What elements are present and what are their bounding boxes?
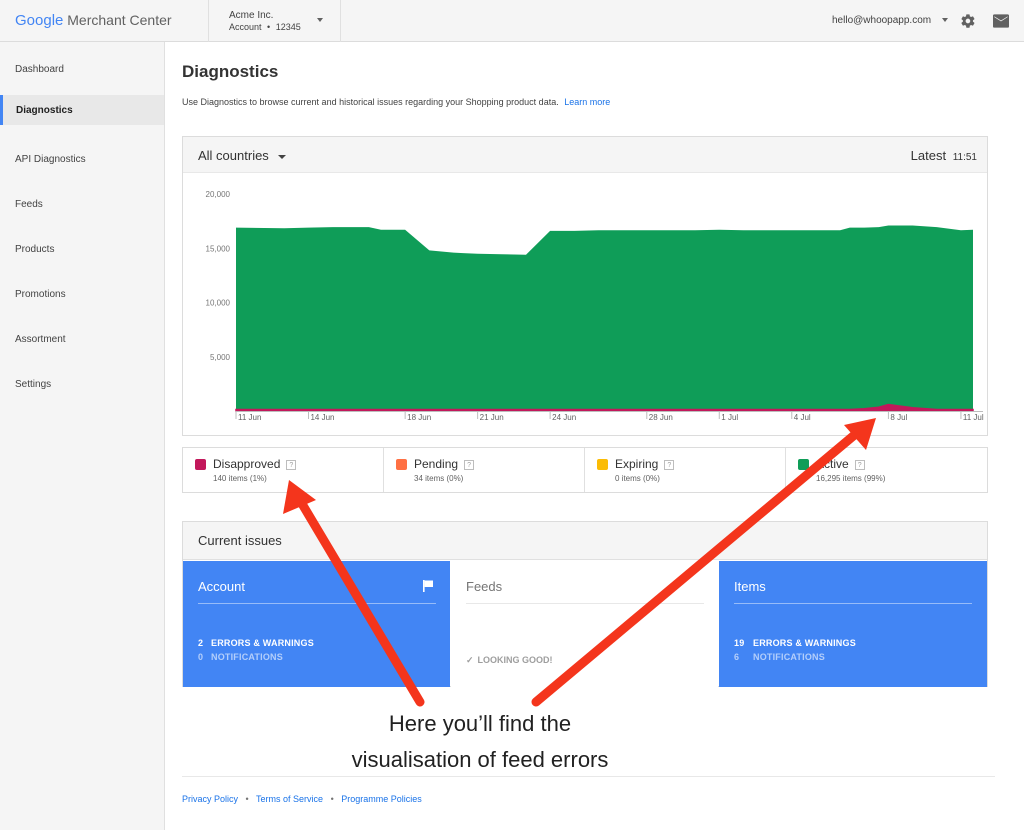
- footer-divider: [182, 776, 995, 777]
- footer-sep: •: [245, 794, 249, 804]
- annotation-arrow-left: [293, 492, 425, 707]
- app-window: Google Merchant Center Acme Inc. Account…: [0, 0, 1024, 830]
- annotation-caption: Here you’ll find the visualisation of fe…: [320, 706, 640, 778]
- privacy-policy-link[interactable]: Privacy Policy: [182, 794, 238, 804]
- programme-policies-link[interactable]: Programme Policies: [341, 794, 422, 804]
- footer-links: Privacy Policy • Terms of Service • Prog…: [182, 794, 422, 804]
- annotation-arrow-right: [531, 427, 863, 707]
- annotation-line-2: visualisation of feed errors: [351, 747, 609, 772]
- terms-of-service-link[interactable]: Terms of Service: [256, 794, 323, 804]
- annotation-arrowhead-left: [283, 480, 316, 514]
- annotation-line-1: Here you’ll find the: [388, 711, 572, 736]
- footer-sep: •: [330, 794, 334, 804]
